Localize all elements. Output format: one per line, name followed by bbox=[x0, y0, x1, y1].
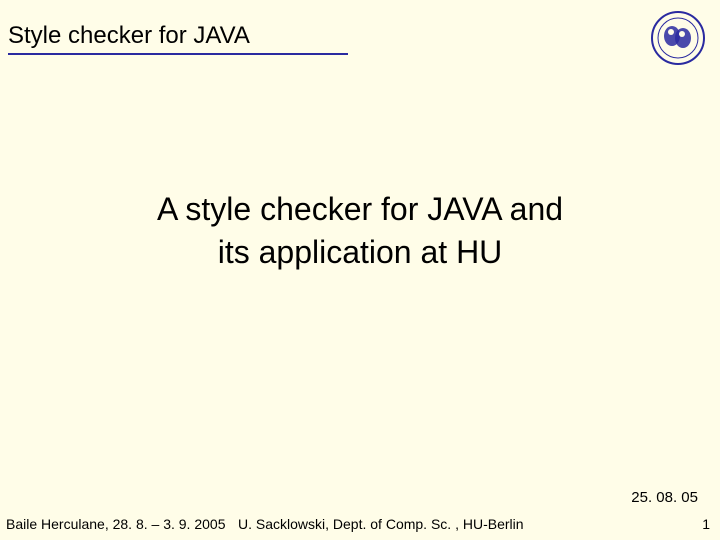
slide-date: 25. 08. 05 bbox=[631, 489, 698, 506]
university-logo bbox=[650, 10, 706, 66]
header-title: Style checker for JAVA bbox=[8, 22, 348, 55]
footer-location: Baile Herculane, 28. 8. – 3. 9. 2005 bbox=[6, 516, 225, 532]
page-number: 1 bbox=[702, 516, 710, 532]
main-title-line2: its application at HU bbox=[0, 231, 720, 274]
main-title-line1: A style checker for JAVA and bbox=[0, 188, 720, 231]
main-title: A style checker for JAVA and its applica… bbox=[0, 188, 720, 274]
footer: Baile Herculane, 28. 8. – 3. 9. 2005 U. … bbox=[0, 512, 720, 532]
slide: Style checker for JAVA A style checker f… bbox=[0, 0, 720, 540]
seal-icon bbox=[650, 10, 706, 66]
footer-author: U. Sacklowski, Dept. of Comp. Sc. , HU-B… bbox=[238, 516, 524, 532]
